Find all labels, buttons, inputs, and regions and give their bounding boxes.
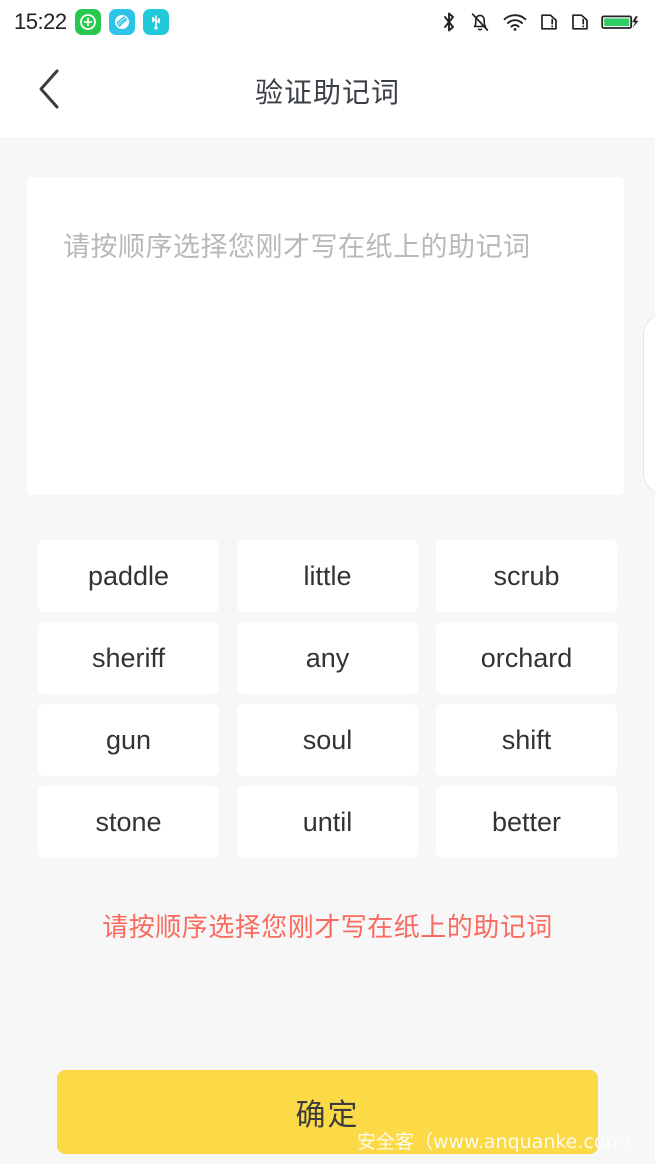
word-chip[interactable]: sheriff: [38, 622, 219, 694]
confirm-button[interactable]: 确定: [57, 1070, 598, 1154]
word-chip[interactable]: soul: [237, 704, 418, 776]
wifi-icon: [502, 10, 528, 34]
page-title: 验证助记词: [254, 76, 400, 109]
back-button[interactable]: [22, 63, 78, 119]
word-chip[interactable]: any: [237, 622, 418, 694]
usb-debug-icon: [142, 9, 169, 35]
offscreen-card-peek: [643, 313, 655, 495]
navigation-bar: 验证助记词: [0, 44, 655, 139]
word-chip[interactable]: little: [237, 540, 418, 612]
word-chip[interactable]: scrub: [436, 540, 617, 612]
status-clock: 15:22: [14, 9, 67, 34]
word-chip[interactable]: paddle: [38, 540, 219, 612]
status-bar-left: 15:22: [14, 9, 169, 35]
page-content: 请按顺序选择您刚才写在纸上的助记词 paddle little scrub sh…: [0, 139, 655, 1164]
selected-words-panel[interactable]: 请按顺序选择您刚才写在纸上的助记词: [27, 177, 624, 495]
status-bar-right: [440, 10, 641, 34]
sim2-alert-icon: [570, 10, 590, 34]
bluetooth-icon: [440, 10, 458, 34]
notifications-muted-icon: [469, 10, 491, 34]
status-bar: 15:22: [0, 0, 655, 44]
word-chip[interactable]: until: [237, 786, 418, 858]
word-chip[interactable]: stone: [38, 786, 219, 858]
word-chip[interactable]: orchard: [436, 622, 617, 694]
sim1-alert-icon: [539, 10, 559, 34]
security-shield-app-icon: [74, 9, 101, 35]
error-message: 请按顺序选择您刚才写在纸上的助记词: [102, 913, 553, 943]
word-chip[interactable]: better: [436, 786, 617, 858]
selected-words-placeholder: 请按顺序选择您刚才写在纸上的助记词: [63, 232, 531, 263]
word-choice-grid: paddle little scrub sheriff any orchard …: [38, 540, 618, 858]
chevron-left-icon: [33, 65, 67, 118]
browser-ball-app-icon: [108, 9, 135, 35]
battery-charging-icon: [601, 10, 641, 34]
app-screen: 15:22 验证助记词 请按顺序选择您刚才写在纸上的助记词 paddle lit…: [0, 0, 655, 1164]
word-chip[interactable]: shift: [436, 704, 617, 776]
word-chip[interactable]: gun: [38, 704, 219, 776]
